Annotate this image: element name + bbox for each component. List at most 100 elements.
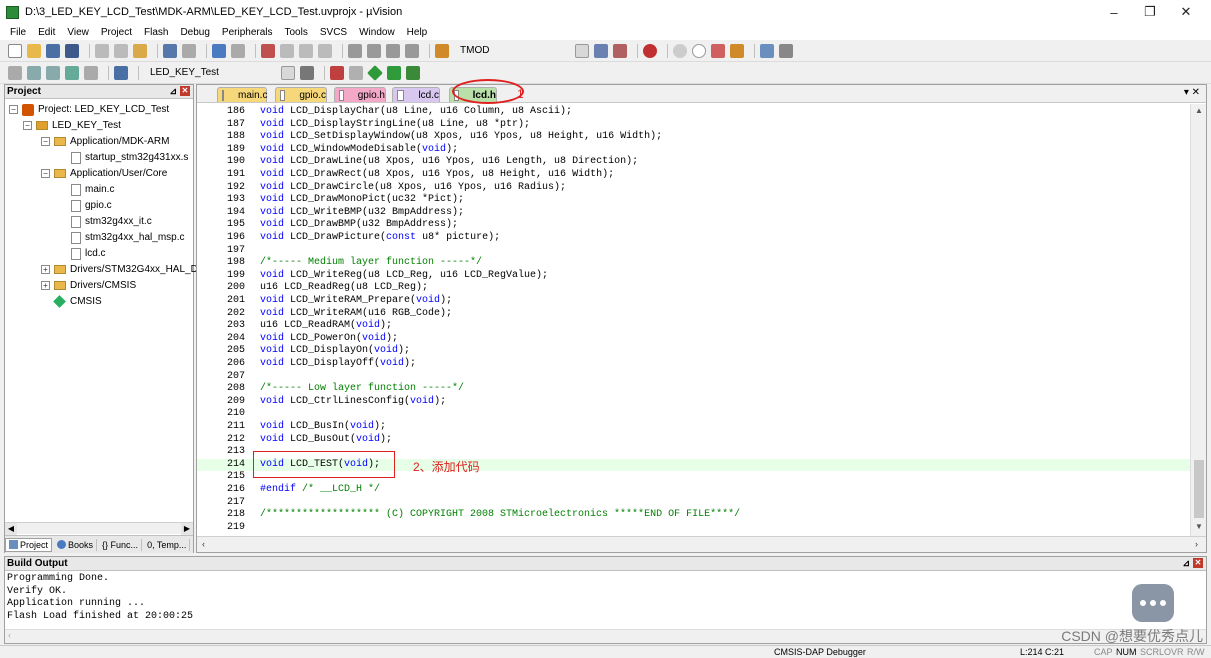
code-line[interactable]: 211 void LCD_BusIn(void); — [197, 421, 1190, 434]
unindent-icon[interactable] — [367, 43, 381, 58]
tree-item-file[interactable]: main.c — [71, 182, 114, 197]
save-all-icon[interactable] — [65, 43, 79, 58]
tree-item-target[interactable]: − LED_KEY_Test — [23, 118, 121, 133]
tree-item-group[interactable]: + Drivers/CMSIS — [41, 278, 136, 293]
collapse-icon[interactable]: − — [9, 105, 18, 114]
cut-icon[interactable] — [95, 43, 109, 58]
pin-icon[interactable]: ⊿ — [1182, 558, 1190, 569]
menu-window[interactable]: Window — [353, 27, 401, 38]
scroll-right-icon[interactable]: › — [1195, 539, 1198, 549]
collapse-icon[interactable]: − — [23, 121, 32, 130]
select-packs-icon[interactable] — [405, 65, 420, 80]
tab-controls[interactable]: ▾ ✕ — [1184, 87, 1200, 98]
code-line[interactable]: 219 — [197, 522, 1190, 535]
uncomment-icon[interactable] — [405, 43, 419, 58]
incremental-find-icon[interactable] — [594, 43, 609, 58]
tab-gpio-h[interactable]: gpio.h — [334, 87, 386, 102]
find-in-files-icon[interactable] — [435, 43, 449, 58]
manage-books-icon[interactable] — [348, 65, 363, 80]
close-button[interactable]: ✕ — [1169, 0, 1203, 24]
translate-icon[interactable] — [8, 65, 22, 80]
tree-item-group[interactable]: + Drivers/STM32G4xx_HAL_Driv — [41, 262, 208, 277]
build-icon[interactable] — [27, 65, 41, 80]
target-options-icon[interactable] — [299, 65, 314, 80]
code-line[interactable]: 194 void LCD_WriteBMP(u32 BmpAddress); — [197, 207, 1190, 220]
paste-icon[interactable] — [133, 43, 147, 58]
bookmark-icon[interactable] — [261, 43, 275, 58]
target-select[interactable]: LED_KEY_Test — [150, 67, 219, 78]
pin-icon[interactable]: ⊿ — [169, 86, 177, 97]
tree-item-component[interactable]: CMSIS — [53, 294, 102, 309]
code-line[interactable]: 218 /******************* (C) COPYRIGHT 20… — [197, 509, 1190, 522]
code-line[interactable]: 203 u16 LCD_ReadRAM(void); — [197, 320, 1190, 333]
clear-bookmarks-icon[interactable] — [318, 43, 332, 58]
menu-peripherals[interactable]: Peripherals — [216, 27, 279, 38]
pack-installer-icon[interactable] — [386, 65, 401, 80]
scroll-left-icon[interactable]: ‹ — [202, 539, 205, 549]
code-line[interactable]: 206 void LCD_DisplayOff(void); — [197, 358, 1190, 371]
chat-bubble-icon[interactable] — [1132, 584, 1174, 622]
collapse-icon[interactable]: − — [41, 169, 50, 178]
nav-forward-icon[interactable] — [231, 43, 245, 58]
code-line[interactable]: 204 void LCD_PowerOn(void); — [197, 333, 1190, 346]
scroll-thumb[interactable] — [1194, 460, 1204, 518]
tree-item-file[interactable]: stm32g4xx_it.c — [71, 214, 152, 229]
batch-build-icon[interactable] — [65, 65, 79, 80]
code-line[interactable]: 200 u16 LCD_ReadReg(u8 LCD_Reg); — [197, 282, 1190, 295]
code-line[interactable]: 209 void LCD_CtrlLinesConfig(void); — [197, 396, 1190, 409]
breakpoint-icon[interactable] — [673, 43, 688, 58]
clear-breakpoints-icon[interactable] — [711, 43, 726, 58]
code-line[interactable]: 191 void LCD_DrawRect(u8 Xpos, u16 Ypos, … — [197, 169, 1190, 182]
code-line[interactable]: 188 void LCD_SetDisplayWindow(u8 Xpos, u1… — [197, 131, 1190, 144]
menu-svcs[interactable]: SVCS — [314, 27, 353, 38]
indent-icon[interactable] — [348, 43, 362, 58]
scroll-right-icon[interactable]: ▶ — [181, 523, 193, 535]
menu-project[interactable]: Project — [95, 27, 138, 38]
code-line[interactable]: 202 void LCD_WriteRAM(u16 RGB_Code); — [197, 308, 1190, 321]
menu-tools[interactable]: Tools — [279, 27, 314, 38]
undo-icon[interactable] — [163, 43, 177, 58]
editor-vscroll[interactable]: ▲ ▼ — [1190, 104, 1206, 536]
next-bookmark-icon[interactable] — [299, 43, 313, 58]
code-line[interactable]: 196 void LCD_DrawPicture(const u8* pictur… — [197, 232, 1190, 245]
kill-breakpoints-icon[interactable] — [730, 43, 745, 58]
tree-item-file[interactable]: lcd.c — [71, 246, 106, 261]
tab-main-c[interactable]: main.c — [217, 87, 267, 102]
editor-hscroll[interactable]: ‹ › — [197, 536, 1206, 552]
code-line[interactable]: 192 void LCD_DrawCircle(u8 Xpos, u16 Ypos… — [197, 182, 1190, 195]
menu-debug[interactable]: Debug — [174, 27, 215, 38]
menu-edit[interactable]: Edit — [32, 27, 61, 38]
save-icon[interactable] — [46, 43, 60, 58]
run-time-env-icon[interactable] — [367, 64, 383, 81]
code-line[interactable]: 199 void LCD_WriteReg(u8 LCD_Reg, u16 LCD… — [197, 270, 1190, 283]
configure-icon[interactable] — [779, 43, 794, 58]
code-line[interactable]: 216 #endif /* __LCD_H */ — [197, 484, 1190, 497]
code-line[interactable]: 190 void LCD_DrawLine(u8 Xpos, u16 Ypos, … — [197, 156, 1190, 169]
menu-file[interactable]: File — [4, 27, 32, 38]
debug-session-icon[interactable] — [613, 43, 628, 58]
maximize-button[interactable]: ❐ — [1133, 0, 1167, 24]
collapse-icon[interactable]: − — [41, 137, 50, 146]
redo-icon[interactable] — [182, 43, 196, 58]
code-line[interactable]: 208 /*----- Low layer function -----*/ — [197, 383, 1190, 396]
code-line[interactable]: 195 void LCD_DrawBMP(u32 BmpAddress); — [197, 219, 1190, 232]
start-debug-icon[interactable] — [643, 43, 658, 58]
tab-gpio-c[interactable]: gpio.c — [275, 87, 327, 102]
minimize-button[interactable]: – — [1097, 0, 1131, 24]
tree-item-group[interactable]: − Application/MDK-ARM — [41, 134, 169, 149]
menu-help[interactable]: Help — [401, 27, 434, 38]
find-text[interactable]: TMOD — [460, 45, 489, 56]
menu-flash[interactable]: Flash — [138, 27, 174, 38]
comment-icon[interactable] — [386, 43, 400, 58]
code-line[interactable]: 210 — [197, 408, 1190, 421]
expand-icon[interactable]: + — [41, 281, 50, 290]
tab-books[interactable]: Books — [54, 538, 98, 551]
tab-lcd-c[interactable]: lcd.c — [392, 87, 440, 102]
tree-item-file[interactable]: gpio.c — [71, 198, 112, 213]
scroll-up-icon[interactable]: ▲ — [1191, 106, 1207, 118]
open-file-icon[interactable] — [27, 43, 41, 58]
code-line[interactable]: 189 void LCD_WindowModeDisable(void); — [197, 144, 1190, 157]
find-dropdown-icon[interactable] — [575, 43, 590, 58]
code-line[interactable]: 207 — [197, 371, 1190, 384]
code-line[interactable]: 186 void LCD_DisplayChar(u8 Line, u16 Col… — [197, 106, 1190, 119]
